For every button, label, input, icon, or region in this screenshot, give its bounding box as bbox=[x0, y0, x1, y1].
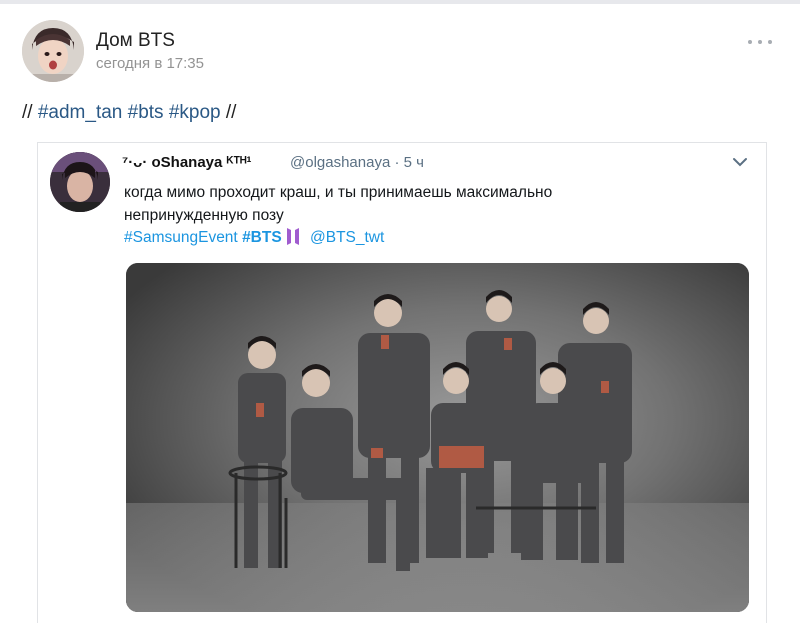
hashtag-link[interactable]: #adm_tan bbox=[38, 102, 123, 123]
bts-logo-icon bbox=[286, 228, 299, 245]
post-text: // #adm_tan #bts #kpop // bbox=[22, 102, 236, 124]
tweet-author-name[interactable]: ⁷·ᴗ· oShanaya ᴷᵀᴴ¹ bbox=[122, 154, 251, 171]
tweet-text: когда мимо проходит краш, и ты принимаеш… bbox=[124, 184, 553, 224]
more-horizontal-icon[interactable] bbox=[748, 38, 772, 46]
top-divider bbox=[0, 0, 800, 4]
hashtag-link[interactable]: #kpop bbox=[169, 102, 221, 123]
group-avatar[interactable] bbox=[22, 20, 84, 82]
post-timestamp[interactable]: сегодня в 17:35 bbox=[96, 55, 204, 72]
tweet-meta: @olgashanaya · 5 ч bbox=[290, 154, 424, 171]
avatar-image bbox=[50, 152, 110, 212]
meta-separator: · bbox=[394, 154, 400, 171]
hashtag-link[interactable]: #bts bbox=[128, 102, 164, 123]
hashtag-bts[interactable]: #BTS bbox=[242, 229, 282, 246]
mention-link[interactable]: @BTS_twt bbox=[310, 229, 384, 246]
tweet-author-handle[interactable]: @olgashanaya bbox=[290, 154, 390, 171]
hashtag-samsung-event[interactable]: #SamsungEvent bbox=[124, 229, 238, 246]
tweet-photo[interactable] bbox=[126, 263, 749, 612]
group-name[interactable]: Дом BTS bbox=[96, 30, 175, 52]
post-text-prefix: // bbox=[22, 102, 38, 123]
tweet-author-avatar[interactable] bbox=[50, 152, 110, 212]
post-text-suffix: // bbox=[220, 102, 237, 123]
tweet-tags: #SamsungEvent #BTS @BTS_twt bbox=[124, 228, 384, 247]
avatar-image bbox=[22, 20, 84, 82]
group-photo-image bbox=[126, 263, 749, 612]
chevron-down-icon[interactable] bbox=[732, 156, 748, 168]
tweet-age[interactable]: 5 ч bbox=[404, 154, 424, 171]
